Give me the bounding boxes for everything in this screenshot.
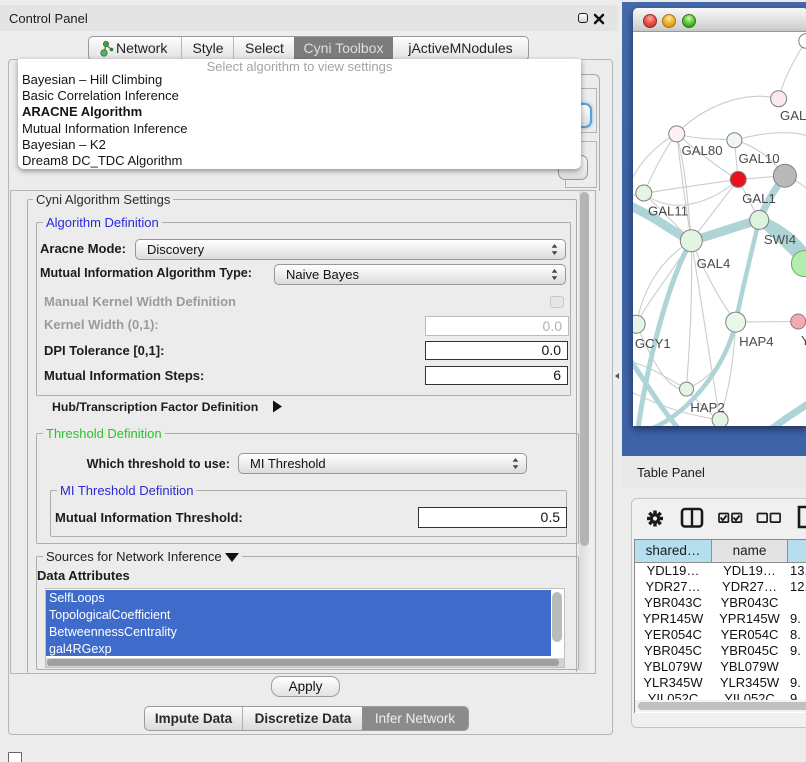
svg-text:HAP2: HAP2	[690, 400, 724, 415]
svg-text:GCY1: GCY1	[635, 336, 671, 351]
svg-text:GAL: GAL	[780, 108, 806, 123]
svg-text:GAL4: GAL4	[697, 256, 731, 271]
svg-text:HAP4: HAP4	[739, 334, 773, 349]
svg-text:SWI4: SWI4	[764, 232, 796, 247]
svg-text:GAL1: GAL1	[742, 191, 776, 206]
svg-text:GAL11: GAL11	[648, 204, 688, 219]
svg-text:Y: Y	[801, 333, 806, 348]
svg-text:GAL80: GAL80	[681, 143, 722, 158]
svg-text:GAL10: GAL10	[738, 151, 779, 166]
